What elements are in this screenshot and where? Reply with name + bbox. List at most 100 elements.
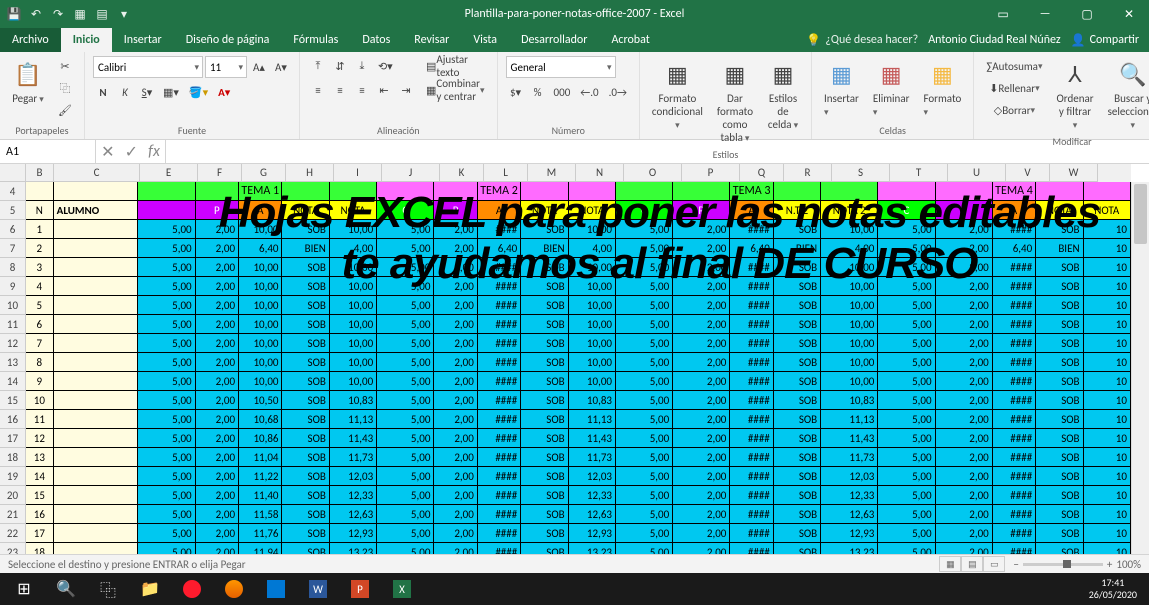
cell[interactable]: SOB (521, 258, 568, 277)
cell[interactable]: 2,00 (434, 296, 477, 315)
cell[interactable]: 10 (1084, 334, 1131, 353)
cell[interactable] (54, 258, 139, 277)
cell[interactable]: 2,00 (196, 353, 239, 372)
clear-button[interactable]: ◇ Borrar (982, 100, 1046, 120)
cell[interactable]: 5,00 (878, 429, 935, 448)
align-left-button[interactable]: ≡ (308, 80, 328, 100)
zoom-slider[interactable] (1023, 563, 1103, 566)
cell[interactable]: SOB (521, 353, 568, 372)
cell[interactable]: SOB (774, 334, 821, 353)
cell[interactable]: SOB (282, 353, 329, 372)
cell[interactable]: #### (993, 524, 1036, 543)
cell[interactable]: SOB (521, 505, 568, 524)
cell[interactable]: SOB (1036, 296, 1083, 315)
cell[interactable]: 14 (26, 467, 54, 486)
cell[interactable]: 2,00 (196, 239, 239, 258)
cell[interactable]: 10 (1084, 505, 1131, 524)
cell[interactable]: SOB (521, 334, 568, 353)
cell[interactable]: 10,00 (239, 353, 282, 372)
cell[interactable]: 2,00 (936, 410, 993, 429)
cell[interactable]: 5,00 (616, 277, 673, 296)
tab-formulas[interactable]: Fórmulas (281, 28, 350, 52)
cell[interactable]: 2,00 (673, 467, 730, 486)
cell[interactable] (54, 429, 139, 448)
cell[interactable]: #### (730, 296, 773, 315)
cell-styles-button[interactable]: ▦Estilos de celda (763, 56, 803, 133)
cell[interactable]: SOB (774, 467, 821, 486)
find-select-button[interactable]: 🔍Buscar y seleccionar (1104, 56, 1149, 133)
fx-icon[interactable]: fx (148, 142, 160, 161)
undo-icon[interactable]: ↶ (28, 6, 44, 22)
cell[interactable]: 5,00 (377, 467, 434, 486)
cell[interactable]: SOB (282, 448, 329, 467)
cell[interactable]: 12,33 (569, 486, 616, 505)
cell[interactable]: 6,40 (239, 239, 282, 258)
align-middle-button[interactable]: ⇵ (330, 56, 350, 76)
cell[interactable]: 12 (26, 429, 54, 448)
page-layout-icon[interactable]: ▤ (961, 556, 983, 572)
cell[interactable] (138, 182, 195, 201)
excel-button[interactable]: X (382, 575, 422, 603)
cell[interactable] (54, 372, 139, 391)
cell[interactable]: SOB (774, 448, 821, 467)
row-header[interactable]: 8 (0, 258, 26, 277)
cell[interactable]: 2,00 (196, 505, 239, 524)
cell[interactable]: 2,00 (936, 258, 993, 277)
enter-fx-icon[interactable]: ✓ (125, 142, 138, 162)
cell[interactable]: 2,00 (673, 353, 730, 372)
cell[interactable]: #### (993, 448, 1036, 467)
row-header[interactable]: 22 (0, 524, 26, 543)
cell[interactable]: SOB (1036, 410, 1083, 429)
cell[interactable]: 10,00 (239, 372, 282, 391)
cell[interactable]: 10,00 (821, 315, 878, 334)
col-header[interactable]: H (286, 164, 334, 182)
cell[interactable]: SOB (1036, 353, 1083, 372)
cell[interactable]: P (434, 201, 477, 220)
cell[interactable]: SOB (774, 410, 821, 429)
taskview-button[interactable]: ⿻ (88, 575, 128, 603)
cell[interactable] (138, 201, 195, 220)
cell[interactable]: 10 (1084, 239, 1131, 258)
cell[interactable]: #### (478, 315, 521, 334)
zoom-in-icon[interactable]: + (1107, 558, 1112, 571)
cell[interactable]: #### (730, 505, 773, 524)
cell[interactable]: 5,00 (377, 410, 434, 429)
cell[interactable] (54, 467, 139, 486)
cell[interactable]: 11,58 (239, 505, 282, 524)
cell[interactable]: 2,00 (673, 410, 730, 429)
cell[interactable]: #### (993, 391, 1036, 410)
increase-font-button[interactable]: A▴ (249, 57, 269, 77)
cell[interactable]: 2,00 (936, 220, 993, 239)
cell[interactable]: #### (993, 410, 1036, 429)
cell[interactable]: 5,00 (616, 429, 673, 448)
scroll-thumb[interactable] (1134, 184, 1147, 244)
cell[interactable]: 2,00 (196, 410, 239, 429)
cell[interactable]: 2,00 (673, 391, 730, 410)
cell[interactable]: 10,50 (239, 391, 282, 410)
zoom-out-icon[interactable]: − (1013, 558, 1018, 571)
cell[interactable]: 2,00 (434, 505, 477, 524)
cell[interactable]: 5,00 (138, 467, 195, 486)
cell[interactable]: SOB (521, 524, 568, 543)
cell[interactable]: 10,00 (569, 315, 616, 334)
insert-cells-button[interactable]: ▦Insertar (820, 56, 863, 120)
cell[interactable]: 10,00 (330, 372, 377, 391)
cell[interactable]: 2,00 (434, 315, 477, 334)
cell[interactable]: 5,00 (878, 372, 935, 391)
tell-me-search[interactable]: 💡¿Qué desea hacer? (806, 33, 918, 48)
align-center-button[interactable]: ≡ (330, 80, 350, 100)
cell[interactable]: #### (993, 505, 1036, 524)
powerpoint-button[interactable]: P (340, 575, 380, 603)
cell[interactable]: #### (730, 524, 773, 543)
cell[interactable]: 11,73 (569, 448, 616, 467)
cell[interactable]: 2,00 (673, 505, 730, 524)
select-all-button[interactable] (0, 164, 26, 182)
cell[interactable]: #### (993, 467, 1036, 486)
cell[interactable]: 5,00 (377, 486, 434, 505)
cell[interactable] (936, 182, 993, 201)
cell[interactable]: SOB (774, 429, 821, 448)
cell[interactable]: 5,00 (616, 467, 673, 486)
cell[interactable]: SOB (1036, 391, 1083, 410)
cell[interactable]: 3 (26, 258, 54, 277)
cell[interactable]: 12,63 (821, 505, 878, 524)
